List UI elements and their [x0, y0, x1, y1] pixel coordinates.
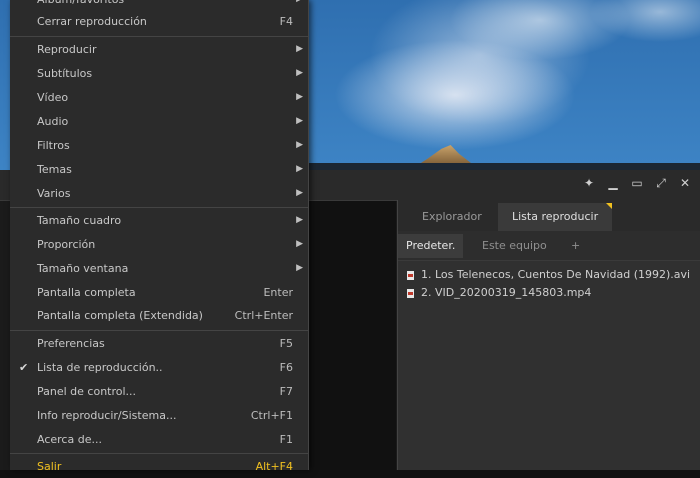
menu-separator: [10, 330, 308, 331]
menu-separator: [10, 207, 308, 208]
playlist-subtabs: Predeter. Este equipo +: [398, 231, 700, 261]
menu-item-video[interactable]: Vídeo ▶: [10, 86, 308, 109]
menu-item-cerrar-reproduccion[interactable]: Cerrar reproducción F4: [10, 10, 308, 33]
menu-item-info-reproducir-sistema[interactable]: Info reproducir/Sistema... Ctrl+F1: [10, 404, 308, 427]
menu-item-lista-de-reproduccion[interactable]: ✔ Lista de reproducción.. F6: [10, 356, 308, 379]
menu-item-temas[interactable]: Temas ▶: [10, 158, 308, 181]
chevron-right-icon: ▶: [296, 164, 303, 174]
maximize-icon[interactable]: ▭: [630, 176, 644, 190]
menu-item-subtitulos[interactable]: Subtítulos ▶: [10, 62, 308, 85]
close-icon[interactable]: ✕: [678, 176, 692, 190]
menu-item-reproducir[interactable]: Reproducir ▶: [10, 38, 308, 61]
menu-item-acerca-de[interactable]: Acerca de... F1: [10, 428, 308, 451]
chevron-right-icon: ▶: [296, 116, 303, 126]
menu-item-tamano-cuadro[interactable]: Tamaño cuadro ▶: [10, 209, 308, 232]
menu-item-pantalla-completa-extendida[interactable]: Pantalla completa (Extendida) Ctrl+Enter: [10, 304, 308, 327]
chevron-right-icon: ▶: [296, 44, 303, 54]
chevron-right-icon: ▶: [296, 140, 303, 150]
chevron-right-icon: ▶: [296, 239, 303, 249]
add-playlist-button[interactable]: +: [563, 234, 588, 258]
menu-item-preferencias[interactable]: Preferencias F5: [10, 332, 308, 355]
menu-item-varios[interactable]: Varios ▶: [10, 182, 308, 205]
menu-item-tamano-ventana[interactable]: Tamaño ventana ▶: [10, 257, 308, 280]
playlist-item[interactable]: 2. VID_20200319_145803.mp4: [398, 284, 700, 302]
menu-separator: [10, 36, 308, 37]
file-icon: [407, 270, 414, 280]
tab-lista-reproducir[interactable]: Lista reproducir: [498, 203, 613, 231]
playlist-panel: Explorador Lista reproducir Predeter. Es…: [397, 200, 700, 470]
menu-item-audio[interactable]: Audio ▶: [10, 110, 308, 133]
playlist-items: 1. Los Telenecos, Cuentos De Navidad (19…: [398, 261, 700, 302]
playlist-item[interactable]: 1. Los Telenecos, Cuentos De Navidad (19…: [398, 266, 700, 284]
file-icon: [407, 288, 414, 298]
menu-item-proporcion[interactable]: Proporción ▶: [10, 233, 308, 256]
chevron-right-icon: ▶: [296, 92, 303, 102]
menu-item-filtros[interactable]: Filtros ▶: [10, 134, 308, 157]
check-icon: ✔: [19, 361, 29, 374]
subtab-predeter[interactable]: Predeter.: [398, 234, 464, 258]
context-menu: Álbum/favoritos ▶ Cerrar reproducción F4…: [10, 0, 309, 473]
menu-separator: [10, 453, 308, 454]
panel-tabs: Explorador Lista reproducir: [398, 200, 700, 231]
subtab-este-equipo[interactable]: Este equipo: [474, 234, 555, 258]
chevron-right-icon: ▶: [296, 263, 303, 273]
menu-item-salir[interactable]: Salir Alt+F4: [10, 455, 308, 478]
menu-item-pantalla-completa[interactable]: Pantalla completa Enter: [10, 281, 308, 304]
pin-icon[interactable]: ✦: [582, 176, 596, 190]
playlist-item-label: 1. Los Telenecos, Cuentos De Navidad (19…: [421, 268, 691, 281]
chevron-right-icon: ▶: [296, 215, 303, 225]
chevron-right-icon: ▶: [296, 188, 303, 198]
window-controls: ✦ ▁ ▭ ⤢ ✕: [582, 176, 692, 190]
tab-explorador[interactable]: Explorador: [408, 203, 496, 231]
chevron-right-icon: ▶: [296, 68, 303, 78]
playlist-item-label: 2. VID_20200319_145803.mp4: [421, 286, 592, 299]
minimize-icon[interactable]: ▁: [606, 176, 620, 190]
video-area[interactable]: [308, 201, 396, 470]
fullscreen-icon[interactable]: ⤢: [654, 176, 668, 190]
menu-item-panel-de-control[interactable]: Panel de control... F7: [10, 380, 308, 403]
